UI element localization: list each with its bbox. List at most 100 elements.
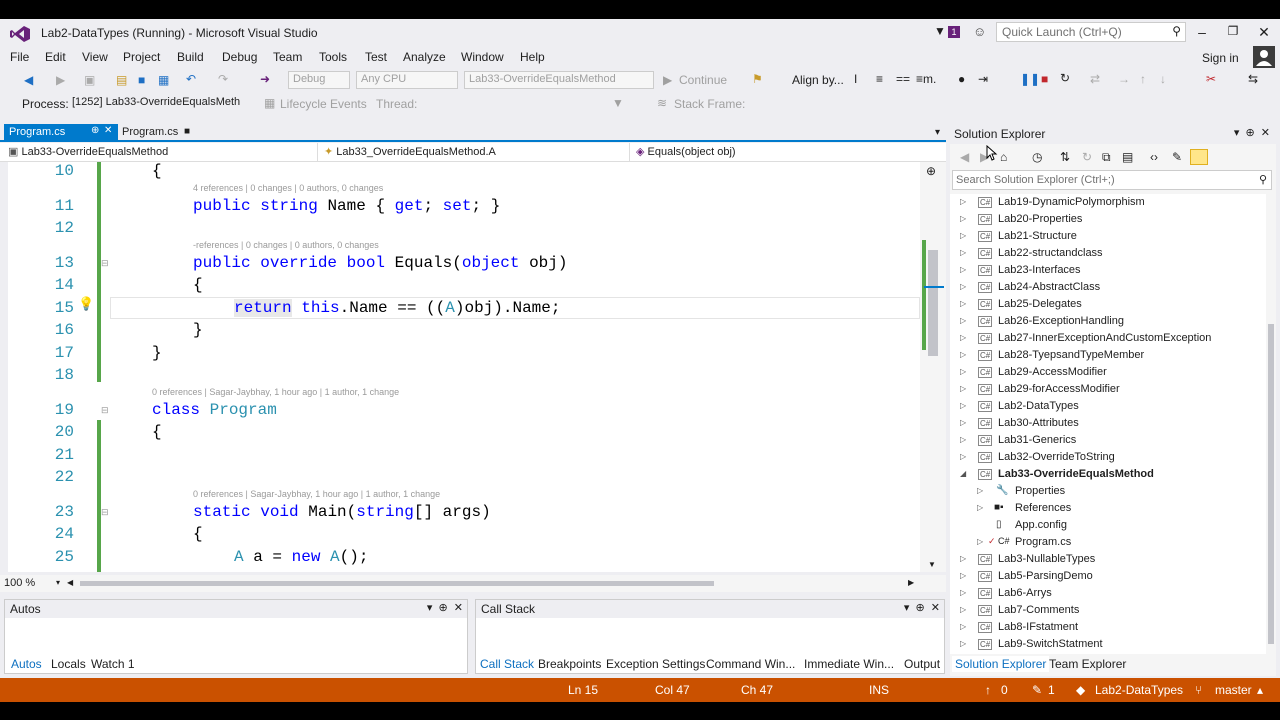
- lightbulb-icon[interactable]: 💡: [78, 296, 94, 312]
- feedback-filter-icon[interactable]: ▼: [934, 24, 946, 38]
- tab-pin-icon[interactable]: ■: [184, 126, 190, 137]
- changes-count[interactable]: 1: [1048, 683, 1055, 697]
- menu-edit[interactable]: Edit: [45, 50, 66, 64]
- tab-solution-explorer[interactable]: Solution Explorer: [952, 656, 1050, 672]
- pause-icon[interactable]: ❚❚: [1020, 72, 1040, 86]
- align-m-icon[interactable]: ≡m.: [916, 72, 936, 86]
- filter-icon[interactable]: ▼: [612, 96, 624, 110]
- code-editor[interactable]: 10 { 4 references | 0 changes | 0 author…: [8, 162, 920, 572]
- startup-project-select[interactable]: Lab33-OverrideEqualsMethod: [464, 71, 654, 89]
- horizontal-scroll-thumb[interactable]: [80, 581, 714, 586]
- process-select[interactable]: [1252] Lab33-OverrideEqualsMeth: [68, 95, 254, 113]
- step-icon[interactable]: ➜: [260, 72, 270, 86]
- collapse-icon[interactable]: ⊟: [101, 405, 109, 416]
- zoom-level[interactable]: 100 %: [4, 577, 35, 589]
- panel-window-icons[interactable]: ▾ ⊕ ✕: [427, 601, 463, 614]
- collapse-icon[interactable]: ⊟: [101, 258, 109, 269]
- branch-dropdown-icon[interactable]: ▴: [1257, 683, 1263, 697]
- back-icon[interactable]: ◀: [960, 150, 969, 164]
- push-icon[interactable]: ↑: [985, 683, 991, 697]
- branch-name[interactable]: master: [1215, 683, 1252, 697]
- member-dropdown[interactable]: ◈ Equals(object obj): [632, 143, 944, 162]
- restore-button[interactable]: ❐: [1223, 24, 1243, 38]
- text-cursor-icon[interactable]: I: [854, 72, 857, 86]
- tab-breakpoints[interactable]: Breakpoints: [535, 656, 604, 672]
- layout-icon[interactable]: ⇆: [1248, 72, 1258, 86]
- minimize-button[interactable]: –: [1192, 24, 1212, 40]
- process-icon[interactable]: ⚑: [752, 72, 763, 86]
- new-project-icon[interactable]: ▣: [84, 73, 95, 87]
- notification-badge[interactable]: 1: [948, 26, 960, 38]
- tab-autos[interactable]: Autos: [8, 656, 45, 672]
- panel-window-icons[interactable]: ▾ ⊕ ✕: [904, 601, 940, 614]
- open-file-icon[interactable]: ▤: [116, 73, 127, 87]
- exceptions-icon[interactable]: ✂: [1206, 72, 1216, 86]
- panel-window-icons[interactable]: ▾ ⊕ ✕: [1234, 126, 1270, 139]
- step-over-2-icon[interactable]: ↑: [1140, 72, 1146, 86]
- forward-icon[interactable]: ▶: [56, 73, 65, 87]
- properties-icon[interactable]: ✎: [1172, 150, 1182, 164]
- editor-horizontal-scrollbar[interactable]: 100 % ▾ ◀ ▶: [0, 575, 946, 592]
- restart-icon[interactable]: ↻: [1060, 71, 1070, 85]
- account-avatar[interactable]: [1253, 46, 1275, 68]
- unpushed-count[interactable]: 0: [1001, 683, 1008, 697]
- codelens-program[interactable]: 0 references | Sagar-Jaybhay, 1 hour ago…: [152, 387, 399, 397]
- step-over-icon[interactable]: ⇥: [978, 72, 988, 86]
- tab-program-cs[interactable]: Program.cs: [122, 126, 178, 138]
- save-icon[interactable]: ■: [138, 73, 145, 87]
- solution-scrollbar[interactable]: [1266, 194, 1276, 654]
- equals-icon[interactable]: ==: [896, 72, 910, 86]
- step-out-icon[interactable]: ↓: [1160, 72, 1166, 86]
- show-all-files-icon[interactable]: ▤: [1122, 150, 1133, 164]
- tab-call-stack[interactable]: Call Stack: [477, 656, 538, 672]
- tab-program-cs-active[interactable]: Program.cs: [4, 124, 118, 142]
- project-dropdown[interactable]: ▣ Lab33-OverrideEqualsMethod: [4, 143, 318, 162]
- tab-output[interactable]: Output: [901, 656, 943, 672]
- scroll-right-icon[interactable]: ▶: [908, 578, 914, 587]
- tab-overflow-icon[interactable]: ▾: [935, 127, 940, 138]
- collapse-icon[interactable]: ⊟: [101, 507, 109, 518]
- editor-vertical-scrollbar[interactable]: ⊕ ▼: [920, 162, 946, 572]
- menu-help[interactable]: Help: [520, 50, 545, 64]
- scroll-thumb[interactable]: [928, 250, 938, 356]
- refresh-icon[interactable]: ↻: [1082, 150, 1092, 164]
- zoom-dropdown-icon[interactable]: ▾: [56, 578, 60, 587]
- repository-name[interactable]: Lab2-DataTypes: [1095, 683, 1183, 697]
- tab-watch-1[interactable]: Watch 1: [88, 656, 138, 672]
- sync-icon[interactable]: ⇅: [1060, 150, 1070, 164]
- codelens-name[interactable]: 4 references | 0 changes | 0 authors, 0 …: [193, 183, 383, 193]
- type-dropdown[interactable]: ✦ Lab33_OverrideEqualsMethod.A: [320, 143, 630, 162]
- quick-launch-input[interactable]: Quick Launch (Ctrl+Q) ⚲: [996, 22, 1186, 42]
- codelens-equals[interactable]: -references | 0 changes | 0 authors, 0 c…: [193, 240, 379, 250]
- pencil-icon[interactable]: ✎: [1032, 683, 1042, 697]
- split-icon[interactable]: ⊕: [926, 164, 936, 178]
- continue-icon[interactable]: ▶: [663, 73, 672, 87]
- tab-locals[interactable]: Locals: [48, 656, 89, 672]
- feedback-icon[interactable]: ☺: [973, 24, 986, 39]
- solution-config-select[interactable]: Debug: [288, 71, 350, 89]
- preview-icon[interactable]: [1190, 149, 1208, 165]
- menu-team[interactable]: Team: [273, 50, 302, 64]
- save-all-icon[interactable]: ▦: [158, 73, 169, 87]
- codelens-main[interactable]: 0 references | Sagar-Jaybhay, 1 hour ago…: [193, 489, 440, 499]
- lifecycle-events-button[interactable]: Lifecycle Events: [280, 97, 367, 111]
- menu-file[interactable]: File: [10, 50, 29, 64]
- menu-window[interactable]: Window: [461, 50, 504, 64]
- show-next-icon[interactable]: ⇄: [1090, 72, 1100, 86]
- menu-tools[interactable]: Tools: [319, 50, 347, 64]
- continue-button[interactable]: Continue: [679, 73, 727, 87]
- tab-immediate-window[interactable]: Immediate Win...: [801, 656, 897, 672]
- sign-in-link[interactable]: Sign in: [1202, 51, 1239, 65]
- tab-team-explorer[interactable]: Team Explorer: [1046, 656, 1129, 672]
- solution-search-input[interactable]: Search Solution Explorer (Ctrl+;) ⚲: [952, 170, 1272, 190]
- pin-icon[interactable]: ⊕: [91, 125, 99, 136]
- collapse-all-icon[interactable]: ⧉: [1102, 150, 1111, 164]
- view-code-icon[interactable]: ‹›: [1150, 150, 1158, 164]
- platform-select[interactable]: Any CPU: [356, 71, 458, 89]
- menu-project[interactable]: Project: [123, 50, 160, 64]
- repository-icon[interactable]: ◆: [1076, 683, 1085, 697]
- scroll-down-icon[interactable]: ▼: [928, 560, 936, 569]
- align-by-button[interactable]: Align by...: [792, 73, 844, 87]
- tab-command-window[interactable]: Command Win...: [703, 656, 798, 672]
- close-tab-icon[interactable]: ✕: [104, 125, 112, 136]
